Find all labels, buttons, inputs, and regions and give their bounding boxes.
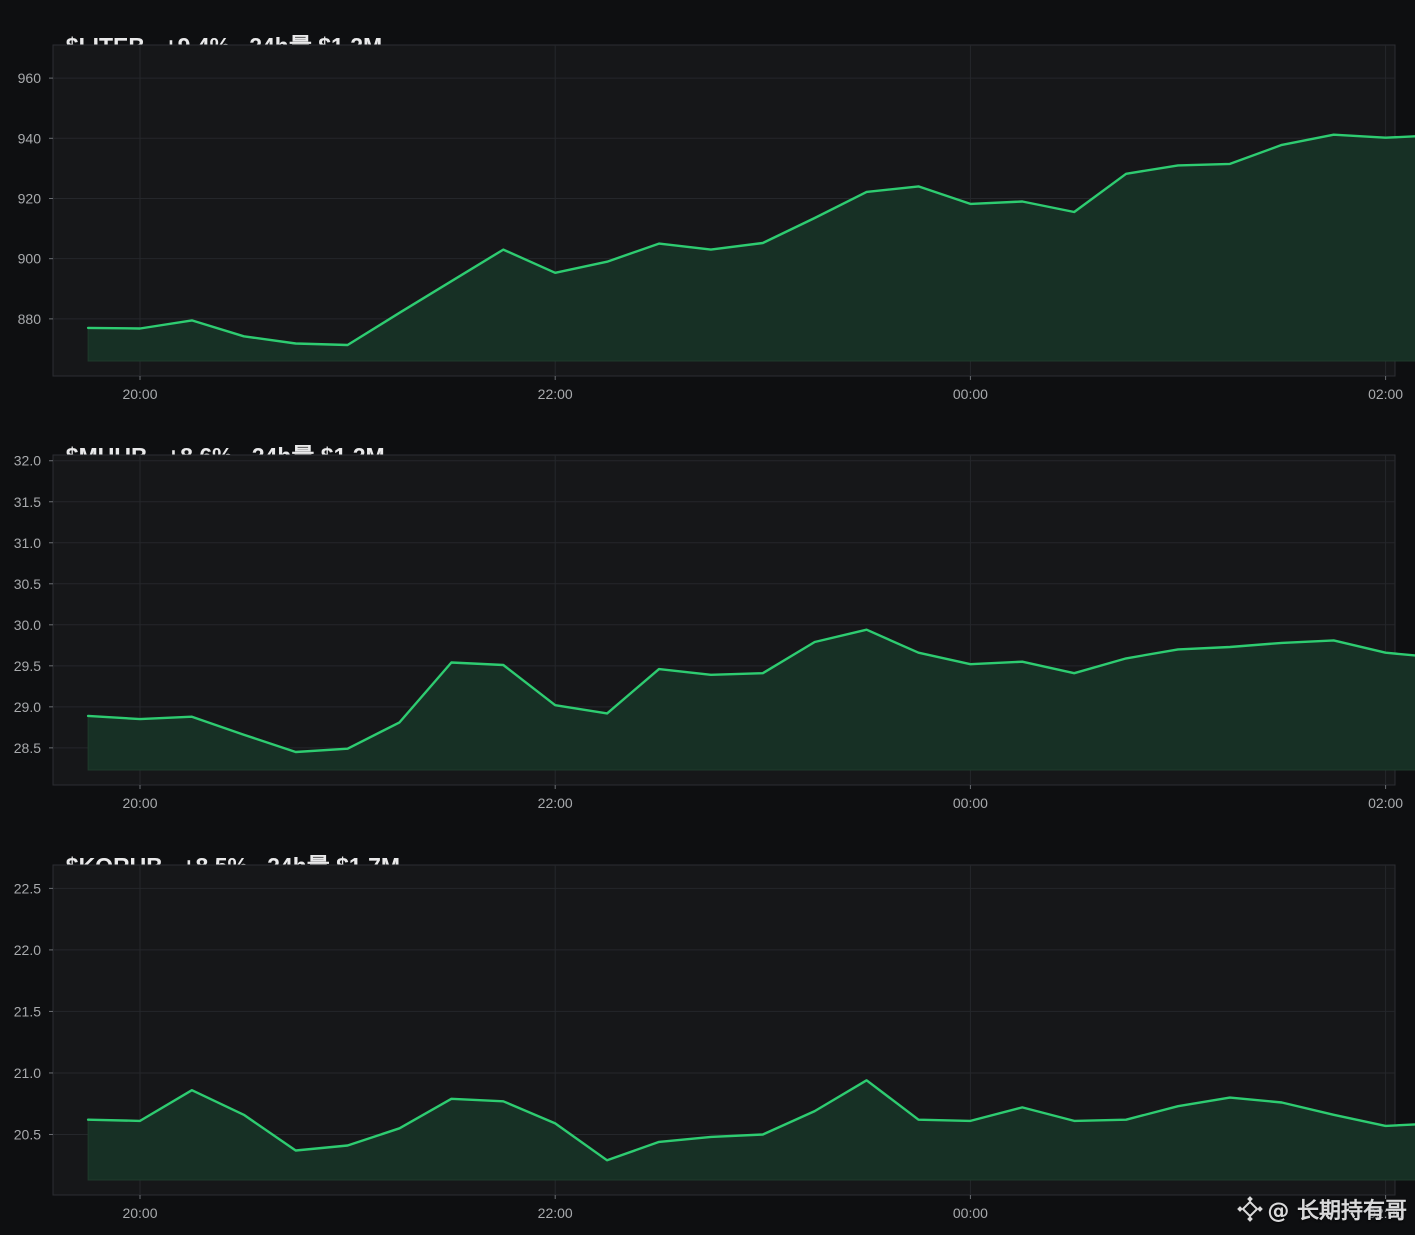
y-tick-label: 20.5 bbox=[14, 1126, 41, 1142]
y-tick-label: 31.5 bbox=[14, 494, 41, 510]
y-tick-label: 32.0 bbox=[14, 453, 41, 469]
chart-panel-1: 28.5 29.0 29.5 30.0 30.5 31.0 31.5 32.0 20:00 22:… bbox=[14, 453, 1415, 811]
y-tick-label: 28.5 bbox=[14, 740, 41, 756]
y-tick-label: 900 bbox=[18, 251, 42, 267]
x-tick-label: 20:00 bbox=[122, 386, 157, 402]
charts-canvas: 88090092094096020:0022:0000:0002:0004:00… bbox=[14, 44, 1415, 1221]
y-tick-label: 22.0 bbox=[14, 942, 41, 958]
y-tick-label: 22.5 bbox=[14, 880, 41, 896]
binance-square-icon bbox=[1237, 1196, 1264, 1222]
x-tick-label: 22:00 bbox=[538, 1205, 573, 1221]
chart-panel-0: 88090092094096020:0022:0000:0002:0004:00… bbox=[18, 44, 1415, 402]
y-tick-label: 30.0 bbox=[14, 617, 41, 633]
x-tick-label: 02:00 bbox=[1368, 795, 1403, 811]
x-tick-label: 20:00 bbox=[122, 795, 157, 811]
y-tick-label: 31.0 bbox=[14, 535, 41, 551]
y-tick-label: 29.5 bbox=[14, 658, 41, 674]
y-tick-label: 29.0 bbox=[14, 699, 41, 715]
chart-panel-2: 20.521.021.522.022.520:00 22:00 00:00 02:00… bbox=[14, 864, 1415, 1221]
y-tick-label: 920 bbox=[18, 190, 42, 206]
y-tick-label: 21.5 bbox=[14, 1003, 41, 1019]
y-tick-label: 21.0 bbox=[14, 1065, 41, 1081]
x-tick-label: 00:00 bbox=[953, 795, 988, 811]
y-tick-label: 30.5 bbox=[14, 576, 41, 592]
x-tick-label: 22:00 bbox=[538, 795, 573, 811]
y-tick-label: 960 bbox=[18, 70, 42, 86]
x-tick-label: 20:00 bbox=[122, 1205, 157, 1221]
y-tick-label: 940 bbox=[18, 130, 42, 146]
x-tick-label: 00:00 bbox=[953, 1205, 988, 1221]
x-tick-label: 00:00 bbox=[953, 386, 988, 402]
watermark-text: @ 长期持有哥 bbox=[1267, 1199, 1407, 1224]
x-tick-label: 22:00 bbox=[538, 386, 573, 402]
watermark: @ 长期持有哥 bbox=[1237, 1193, 1407, 1225]
y-tick-label: 880 bbox=[18, 311, 42, 327]
x-tick-label: 02:00 bbox=[1368, 386, 1403, 402]
